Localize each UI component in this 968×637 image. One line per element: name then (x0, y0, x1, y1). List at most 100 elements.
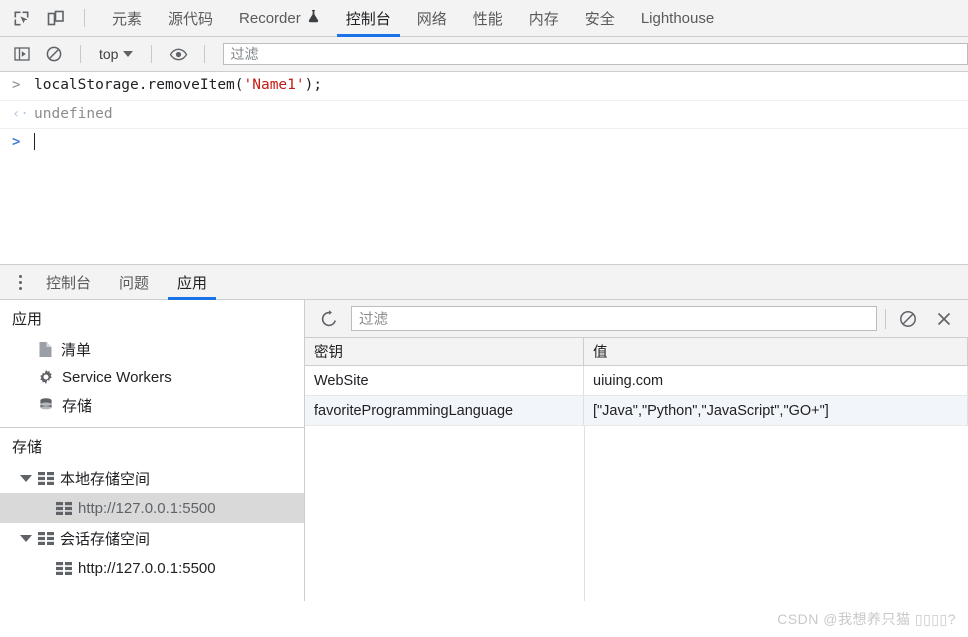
tab-console[interactable]: 控制台 (333, 0, 404, 37)
tree-item-label: http://127.0.0.1:5500 (78, 559, 216, 577)
data-grid-empty-area[interactable] (305, 426, 968, 601)
tab-lighthouse[interactable]: Lighthouse (628, 0, 727, 37)
console-filter-input[interactable]: 过滤 (223, 43, 968, 65)
drawer-tab-console[interactable]: 控制台 (32, 264, 105, 300)
console-output[interactable]: > localStorage.removeItem('Name1'); ‹· u… (0, 72, 968, 264)
clear-console-icon (46, 46, 62, 62)
tab-performance[interactable]: 性能 (460, 0, 516, 37)
tab-label: 网络 (416, 10, 447, 28)
drawer-tab-issues[interactable]: 问题 (105, 264, 163, 300)
device-toolbar-button[interactable] (42, 5, 68, 31)
tree-item-session-storage[interactable]: 会话存储空间 (0, 523, 304, 553)
live-expression-button[interactable] (164, 41, 192, 67)
column-divider (584, 426, 585, 601)
chevron-down-icon (123, 51, 134, 57)
chevron-down-icon[interactable] (20, 534, 32, 542)
clear-storage-button[interactable] (894, 306, 922, 332)
flask-icon (307, 9, 320, 27)
chevron-down-icon[interactable] (20, 474, 32, 482)
tab-label: 元素 (112, 10, 143, 28)
tab-elements[interactable]: 元素 (99, 0, 155, 37)
data-grid-header: 密钥 值 (305, 338, 968, 366)
tree-item-label: http://127.0.0.1:5500 (78, 499, 216, 517)
delete-selected-icon (937, 312, 951, 325)
sidebar-item-storage[interactable]: 存储 (0, 391, 304, 419)
column-header-key[interactable]: 密钥 (305, 338, 584, 365)
sidebar-item-service-workers[interactable]: Service Workers (0, 363, 304, 391)
console-filter-placeholder: 过滤 (230, 46, 259, 62)
tab-recorder[interactable]: Recorder (226, 0, 333, 37)
storage-filter-placeholder: 过滤 (359, 312, 388, 328)
devtools-tabbar: 元素 源代码 Recorder 控制台 网络 性能 内存 安全 Lighthou… (0, 0, 968, 37)
tab-label: 内存 (528, 10, 559, 28)
storage-toolbar: 过滤 (305, 300, 968, 338)
console-result-line: ‹· undefined (0, 99, 968, 130)
console-sidebar-icon (14, 47, 30, 61)
console-toolbar: top 过滤 (0, 37, 968, 72)
console-prompt-line[interactable]: > (0, 129, 968, 156)
cell-value[interactable]: ["Java","Python","JavaScript","GO+"] (584, 396, 968, 425)
console-sidebar-button[interactable] (8, 41, 36, 67)
storage-section-title: 存储 (12, 439, 43, 456)
clear-console-button[interactable] (40, 41, 68, 67)
delete-selected-button[interactable] (930, 306, 958, 332)
gear-icon (40, 369, 52, 385)
storage-content: 过滤 密钥 值 WebSite uiuing.com favoriteProgr… (305, 300, 968, 601)
table-row[interactable]: WebSite uiuing.com (305, 366, 968, 396)
table-row[interactable]: favoriteProgrammingLanguage ["Java","Pyt… (305, 396, 968, 426)
storage-filter-input[interactable]: 过滤 (351, 306, 877, 331)
console-input-code: localStorage.removeItem('Name1'); (34, 76, 322, 96)
sidebar-item-label: 清单 (61, 341, 92, 359)
column-header-value[interactable]: 值 (584, 338, 968, 365)
devtools-window: 元素 源代码 Recorder 控制台 网络 性能 内存 安全 Lighthou… (0, 0, 968, 637)
application-section-title: 应用 (12, 311, 43, 328)
database-icon (40, 398, 52, 410)
sidebar-item-label: 存储 (62, 397, 93, 415)
inspector-tools (0, 5, 99, 31)
manifest-document-icon (39, 341, 52, 357)
sidebar-item-label: Service Workers (62, 368, 172, 386)
drawer-tab-label: 问题 (119, 274, 150, 292)
toolbar-divider (84, 9, 85, 27)
code-string-literal: 'Name1' (243, 77, 305, 93)
storage-toolbar-divider (885, 308, 886, 329)
tab-memory[interactable]: 内存 (516, 0, 572, 37)
console-result-text: undefined (34, 105, 113, 122)
tab-network[interactable]: 网络 (404, 0, 460, 37)
tree-item-local-storage[interactable]: 本地存储空间 (0, 463, 304, 493)
panel-tabs: 元素 源代码 Recorder 控制台 网络 性能 内存 安全 Lighthou… (99, 0, 727, 37)
console-result-marker: ‹· (12, 105, 29, 122)
tab-label: 源代码 (168, 10, 214, 28)
code-after: ); (304, 77, 323, 93)
drawer-tabbar: 控制台 问题 应用 (0, 264, 968, 300)
sidebar-item-manifest[interactable]: 清单 (0, 335, 304, 363)
refresh-button[interactable] (315, 306, 343, 332)
drawer-tab-label: 应用 (177, 274, 208, 292)
inspect-element-button[interactable] (8, 5, 34, 31)
more-options-icon[interactable] (8, 274, 32, 290)
drawer-tab-label: 控制台 (46, 274, 92, 292)
tab-security[interactable]: 安全 (572, 0, 628, 37)
console-toolbar-divider-3 (204, 45, 206, 63)
tree-item-session-storage-origin[interactable]: http://127.0.0.1:5500 (0, 553, 304, 583)
inspect-element-icon (14, 11, 28, 25)
drawer-tab-application[interactable]: 应用 (163, 264, 221, 300)
eye-icon (169, 48, 188, 60)
cell-key[interactable]: favoriteProgrammingLanguage (305, 396, 584, 425)
watermark: CSDN @我想养只猫 ▯▯▯▯? (777, 611, 956, 627)
text-caret (34, 133, 35, 151)
tab-label: 安全 (584, 10, 615, 28)
tab-sources[interactable]: 源代码 (155, 0, 226, 37)
console-toolbar-divider-2 (151, 45, 153, 63)
table-grid-icon (56, 501, 72, 515)
tab-label: 控制台 (345, 10, 391, 28)
cell-key[interactable]: WebSite (305, 366, 584, 395)
tree-item-local-storage-origin[interactable]: http://127.0.0.1:5500 (0, 493, 304, 523)
execution-context-selector[interactable]: top (93, 46, 139, 62)
device-toolbar-icon (47, 10, 64, 25)
tree-item-label: 会话存储空间 (60, 530, 151, 548)
code-before: localStorage.removeItem( (34, 77, 244, 93)
tab-label: 性能 (472, 10, 503, 28)
console-input-marker: > (12, 77, 21, 93)
cell-value[interactable]: uiuing.com (584, 366, 968, 395)
